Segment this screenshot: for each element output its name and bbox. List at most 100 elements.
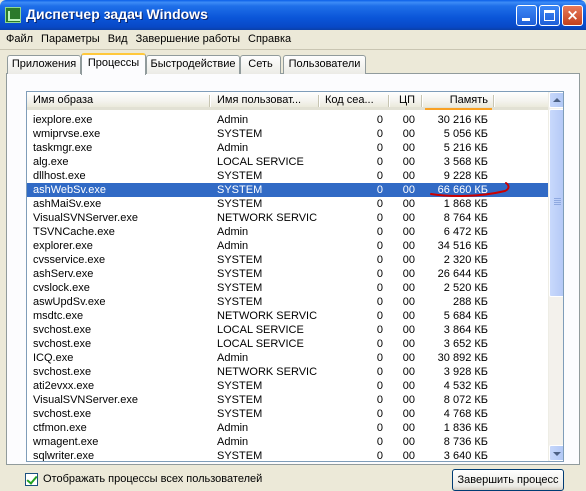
scroll-up-button[interactable] [549, 92, 563, 108]
cell-user-name: NETWORK SERVICE [217, 366, 317, 378]
cell-memory: 5 056 КБ [443, 128, 488, 140]
cell-memory: 1 836 КБ [443, 422, 488, 434]
minimize-button[interactable] [516, 5, 537, 26]
cell-memory: 8 764 КБ [443, 212, 488, 224]
table-row[interactable]: alg.exe LOCAL SERVICE 0 00 3 568 КБ [27, 155, 548, 169]
table-row[interactable]: taskmgr.exe Admin 0 00 5 216 КБ [27, 141, 548, 155]
cell-image-name: dllhost.exe [33, 170, 86, 182]
cell-session-id: 0 [376, 296, 383, 308]
cell-memory: 26 644 КБ [437, 268, 488, 280]
table-row[interactable]: wmiprvse.exe SYSTEM 0 00 5 056 КБ [27, 127, 548, 141]
vertical-scrollbar[interactable] [548, 92, 563, 461]
table-row[interactable]: iexplore.exe Admin 0 00 30 216 КБ [27, 113, 548, 127]
cell-image-name: taskmgr.exe [33, 142, 93, 154]
cell-user-name: SYSTEM [217, 450, 263, 462]
column-header-user-name[interactable]: Имя пользоват... [213, 92, 319, 110]
table-row[interactable]: dllhost.exe SYSTEM 0 00 9 228 КБ [27, 169, 548, 183]
show-all-users-checkbox[interactable] [25, 473, 38, 486]
table-row[interactable]: svchost.exe LOCAL SERVICE 0 00 3 652 КБ [27, 337, 548, 351]
cell-memory: 4 768 КБ [443, 408, 488, 420]
tab-applications[interactable]: Приложения [7, 55, 81, 74]
cell-user-name: SYSTEM [217, 394, 263, 406]
cell-session-id: 0 [376, 142, 383, 154]
table-row[interactable]: VisualSVNServer.exe SYSTEM 0 00 8 072 КБ [27, 393, 548, 407]
maximize-button[interactable] [539, 5, 560, 26]
table-row[interactable]: aswUpdSv.exe SYSTEM 0 00 288 КБ [27, 295, 548, 309]
menu-help[interactable]: Справка [243, 30, 294, 49]
column-divider[interactable] [209, 95, 211, 107]
cell-user-name: SYSTEM [217, 198, 263, 210]
maximize-icon [544, 10, 555, 21]
table-row[interactable]: TSVNCache.exe Admin 0 00 6 472 КБ [27, 225, 548, 239]
cell-image-name: TSVNCache.exe [33, 226, 115, 238]
column-header-cpu[interactable]: ЦП [389, 92, 419, 110]
table-row[interactable]: msdtc.exe NETWORK SERVICE 0 00 5 684 КБ [27, 309, 548, 323]
cell-session-id: 0 [376, 324, 383, 336]
cell-cpu: 00 [402, 366, 415, 378]
cell-user-name: NETWORK SERVICE [217, 212, 317, 224]
cell-memory: 4 532 КБ [443, 380, 488, 392]
tab-processes[interactable]: Процессы [81, 53, 146, 75]
title-bar[interactable]: Диспетчер задач Windows × [0, 0, 586, 30]
cell-session-id: 0 [376, 282, 383, 294]
cell-user-name: SYSTEM [217, 184, 263, 196]
column-divider[interactable] [493, 95, 495, 107]
table-row[interactable]: ashMaiSv.exe SYSTEM 0 00 1 868 КБ [27, 197, 548, 211]
cell-image-name: svchost.exe [33, 366, 92, 378]
menu-options[interactable]: Параметры [36, 30, 103, 49]
table-row[interactable]: VisualSVNServer.exe NETWORK SERVICE 0 00 8 7… [27, 211, 548, 225]
cell-session-id: 0 [376, 366, 383, 378]
cell-cpu: 00 [402, 352, 415, 364]
tab-performance[interactable]: Быстродействие [146, 55, 240, 74]
close-button[interactable]: × [562, 5, 583, 26]
scroll-down-button[interactable] [549, 445, 563, 461]
cell-cpu: 00 [402, 212, 415, 224]
table-row[interactable]: ashWebSv.exe SYSTEM 0 00 66 660 КБ [27, 183, 548, 197]
cell-memory: 30 216 КБ [437, 114, 488, 126]
cell-session-id: 0 [376, 128, 383, 140]
cell-user-name: Admin [217, 436, 249, 448]
tab-network[interactable]: Сеть [240, 55, 281, 74]
table-row[interactable]: wmagent.exe Admin 0 00 8 736 КБ [27, 435, 548, 449]
cell-image-name: ati2evxx.exe [33, 380, 95, 392]
cell-session-id: 0 [376, 254, 383, 266]
column-divider[interactable] [318, 95, 320, 107]
cell-cpu: 00 [402, 226, 415, 238]
cell-memory: 30 892 КБ [437, 352, 488, 364]
table-row[interactable]: svchost.exe LOCAL SERVICE 0 00 3 864 КБ [27, 323, 548, 337]
column-divider[interactable] [421, 95, 423, 107]
table-row[interactable]: cvslock.exe SYSTEM 0 00 2 520 КБ [27, 281, 548, 295]
table-row[interactable]: ashServ.exe SYSTEM 0 00 26 644 КБ [27, 267, 548, 281]
cell-image-name: VisualSVNServer.exe [33, 212, 138, 224]
scrollbar-thumb[interactable] [549, 109, 563, 297]
column-header-session-id[interactable]: Код сеа... [321, 92, 387, 110]
cell-session-id: 0 [376, 170, 383, 182]
cell-session-id: 0 [376, 212, 383, 224]
table-row[interactable]: cvsservice.exe SYSTEM 0 00 2 320 КБ [27, 253, 548, 267]
table-row[interactable]: ati2evxx.exe SYSTEM 0 00 4 532 КБ [27, 379, 548, 393]
cell-session-id: 0 [376, 408, 383, 420]
table-row[interactable]: explorer.exe Admin 0 00 34 516 КБ [27, 239, 548, 253]
table-row[interactable]: svchost.exe NETWORK SERVICE 0 00 3 928 КБ [27, 365, 548, 379]
cell-user-name: SYSTEM [217, 408, 263, 420]
cell-user-name: SYSTEM [217, 380, 263, 392]
cell-image-name: wmiprvse.exe [33, 128, 101, 140]
menu-shutdown[interactable]: Завершение работы [131, 30, 243, 49]
table-row[interactable]: svchost.exe SYSTEM 0 00 4 768 КБ [27, 407, 548, 421]
table-row[interactable]: ICQ.exe Admin 0 00 30 892 КБ [27, 351, 548, 365]
cell-session-id: 0 [376, 338, 383, 350]
tab-users[interactable]: Пользователи [283, 55, 366, 74]
column-header-memory[interactable]: Память [425, 92, 492, 110]
cell-session-id: 0 [376, 310, 383, 322]
column-header-image-name[interactable]: Имя образа [29, 92, 209, 110]
table-row[interactable]: sqlwriter.exe SYSTEM 0 00 3 640 КБ [27, 449, 548, 462]
show-all-users-label[interactable]: Отображать процессы всех пользователей [43, 473, 262, 486]
window-title: Диспетчер задач Windows [26, 6, 208, 22]
cell-session-id: 0 [376, 184, 383, 196]
cell-cpu: 00 [402, 324, 415, 336]
table-row[interactable]: ctfmon.exe Admin 0 00 1 836 КБ [27, 421, 548, 435]
menu-view[interactable]: Вид [103, 30, 131, 49]
process-list[interactable]: Имя образа Имя пользоват... Код сеа... Ц… [26, 91, 564, 462]
menu-file[interactable]: Файл [1, 30, 36, 49]
cell-user-name: Admin [217, 240, 249, 252]
